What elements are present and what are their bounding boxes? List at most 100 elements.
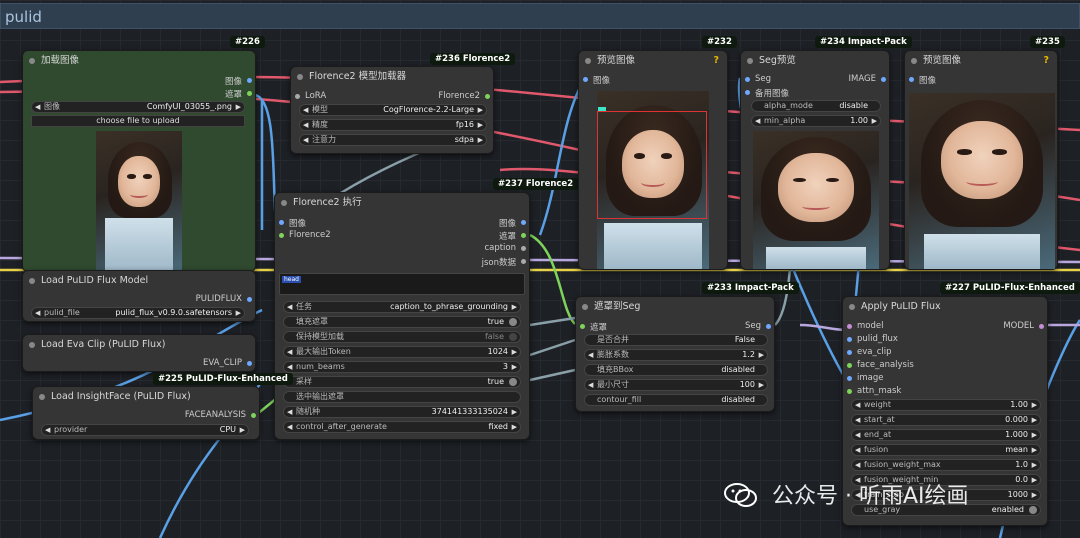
collapse-dot-icon[interactable] — [39, 394, 45, 400]
arrow-right-icon[interactable]: ▶ — [478, 135, 483, 145]
num-beams-widget[interactable]: ◀ num_beams 3 ▶ — [283, 361, 521, 373]
input-image[interactable]: 图像 — [583, 74, 610, 86]
arrow-right-icon[interactable]: ▶ — [512, 407, 517, 417]
output-eva-clip[interactable]: EVA_CLIP — [203, 358, 253, 368]
collapse-dot-icon[interactable] — [29, 58, 35, 64]
arrow-right-icon[interactable]: ▶ — [1032, 475, 1037, 485]
max-token-widget[interactable]: ◀ 最大输出Token 1024 ▶ — [283, 346, 521, 358]
seed-widget[interactable]: ◀ 随机种 374141333135024 ▶ — [283, 406, 521, 418]
task-widget[interactable]: ◀ 任务 caption_to_phrase_grounding ▶ — [283, 301, 521, 313]
image-select-widget[interactable]: ◀ 图像 ComfyUI_03055_.png ▶ — [31, 101, 245, 113]
output-json[interactable]: json数据 — [482, 256, 527, 268]
input-attn-mask[interactable]: attn_mask — [847, 386, 901, 396]
arrow-right-icon[interactable]: ▶ — [236, 308, 241, 318]
node-load-eva-clip[interactable]: Load Eva Clip (PuLID Flux) EVA_CLIP — [22, 334, 256, 372]
node-preview-232-title[interactable]: 预览图像? — [579, 51, 727, 71]
fill-mask-toggle[interactable]: 填充遮罩 true — [283, 316, 521, 328]
node-preview-232[interactable]: 预览图像? 图像 — [578, 50, 728, 270]
arrow-left-icon[interactable]: ◀ — [287, 347, 292, 357]
node-load-pulid-model-title[interactable]: Load PuLID Flux Model — [23, 271, 255, 291]
input-eva-clip[interactable]: eva_clip — [847, 347, 892, 357]
alpha-mode-widget[interactable]: alpha_mode disable — [751, 100, 881, 112]
output-image[interactable]: IMAGE — [849, 74, 887, 84]
provider-widget[interactable]: ◀ provider CPU ▶ — [41, 424, 249, 436]
input-fallback-image[interactable]: 备用图像 — [745, 87, 789, 99]
input-lora[interactable]: LoRA — [295, 91, 326, 101]
input-image[interactable]: 图像 — [909, 74, 936, 86]
arrow-right-icon[interactable]: ▶ — [512, 362, 517, 372]
input-florence2[interactable]: Florence2 — [279, 230, 331, 240]
input-image[interactable]: 图像 — [279, 217, 306, 229]
help-icon[interactable]: ? — [713, 51, 719, 71]
weight-widget[interactable]: ◀ weight 1.00 ▶ — [851, 399, 1041, 411]
arrow-right-icon[interactable]: ▶ — [478, 105, 483, 115]
arrow-left-icon[interactable]: ◀ — [855, 400, 860, 410]
input-seg[interactable]: Seg — [745, 74, 771, 84]
arrow-left-icon[interactable]: ◀ — [303, 135, 308, 145]
output-faceanalysis[interactable]: FACEANALYSIS — [185, 410, 257, 420]
arrow-left-icon[interactable]: ◀ — [855, 415, 860, 425]
sample-toggle[interactable]: 采样 true — [283, 376, 521, 388]
arrow-left-icon[interactable]: ◀ — [287, 362, 292, 372]
arrow-right-icon[interactable]: ▶ — [478, 120, 483, 130]
node-preview-235-title[interactable]: 预览图像? — [905, 51, 1057, 71]
output-image[interactable]: 图像 — [499, 217, 527, 229]
arrow-right-icon[interactable]: ▶ — [236, 102, 241, 112]
model-widget[interactable]: ◀ 模型 CogFlorence-2.2-Large ▶ — [299, 104, 487, 116]
precision-widget[interactable]: ◀ 精度 fp16 ▶ — [299, 119, 487, 131]
arrow-left-icon[interactable]: ◀ — [588, 350, 593, 360]
collapse-dot-icon[interactable] — [747, 58, 753, 64]
arrow-right-icon[interactable]: ▶ — [872, 116, 877, 126]
dilation-widget[interactable]: ◀ 膨胀系数 1.2 ▶ — [584, 349, 768, 361]
arrow-left-icon[interactable]: ◀ — [855, 430, 860, 440]
collapse-dot-icon[interactable] — [281, 200, 287, 206]
node-apply-pulid-flux-title[interactable]: Apply PuLID Flux — [843, 297, 1047, 317]
node-florence2-loader-title[interactable]: Florence2 模型加载器 — [291, 67, 493, 87]
arrow-left-icon[interactable]: ◀ — [303, 120, 308, 130]
node-florence2-run-title[interactable]: Florence2 执行 — [275, 193, 529, 213]
arrow-right-icon[interactable]: ▶ — [1032, 430, 1037, 440]
fusion-widget[interactable]: ◀ fusion mean ▶ — [851, 444, 1041, 456]
pulid-file-widget[interactable]: ◀ pulid_file pulid_flux_v0.9.0.safetensors… — [31, 307, 245, 319]
prompt-textarea[interactable]: head — [279, 273, 525, 295]
arrow-left-icon[interactable]: ◀ — [855, 445, 860, 455]
node-mask-to-seg[interactable]: 遮罩到Seg 遮罩 Seg 是否合并 False ◀ 膨胀系数 1.2 ▶ 填充BBox… — [575, 296, 775, 412]
arrow-right-icon[interactable]: ▶ — [512, 302, 517, 312]
fusion-weight-max-widget[interactable]: ◀ fusion_weight_max 1.0 ▶ — [851, 459, 1041, 471]
node-load-eva-clip-title[interactable]: Load Eva Clip (PuLID Flux) — [23, 335, 255, 355]
node-seg-preview[interactable]: Seg预览 Seg 备用图像 IMAGE alpha_mode disable ◀… — [740, 50, 890, 270]
collapse-dot-icon[interactable] — [297, 74, 303, 80]
arrow-right-icon[interactable]: ▶ — [512, 347, 517, 357]
output-mask[interactable]: 遮罩 — [499, 230, 527, 242]
collapse-dot-icon[interactable] — [582, 304, 588, 310]
arrow-left-icon[interactable]: ◀ — [35, 102, 40, 112]
arrow-left-icon[interactable]: ◀ — [303, 105, 308, 115]
node-florence2-run[interactable]: Florence2 执行 图像 Florence2 图像 遮罩 caption … — [274, 192, 530, 440]
arrow-right-icon[interactable]: ▶ — [512, 422, 517, 432]
collapse-dot-icon[interactable] — [585, 58, 591, 64]
node-seg-preview-title[interactable]: Seg预览 — [741, 51, 889, 71]
end-at-widget[interactable]: ◀ end_at 1.000 ▶ — [851, 429, 1041, 441]
node-load-pulid-model[interactable]: Load PuLID Flux Model PULIDFLUX ◀ pulid_f… — [22, 270, 256, 322]
node-load-insightface[interactable]: Load InsightFace (PuLID Flux) FACEANALYS… — [32, 386, 260, 440]
arrow-right-icon[interactable]: ▶ — [759, 350, 764, 360]
arrow-left-icon[interactable]: ◀ — [287, 422, 292, 432]
fill-bbox-widget[interactable]: 填充BBox disabled — [584, 364, 768, 376]
arrow-right-icon[interactable]: ▶ — [1032, 490, 1037, 500]
min-size-widget[interactable]: ◀ 最小尺寸 100 ▶ — [584, 379, 768, 391]
arrow-left-icon[interactable]: ◀ — [35, 308, 40, 318]
collapse-dot-icon[interactable] — [849, 304, 855, 310]
control-after-generate-widget[interactable]: ◀ control_after_generate fixed ▶ — [283, 421, 521, 433]
input-mask[interactable]: 遮罩 — [580, 321, 607, 333]
output-seg[interactable]: Seg — [745, 321, 772, 331]
arrow-left-icon[interactable]: ◀ — [855, 460, 860, 470]
input-face-analysis[interactable]: face_analysis — [847, 360, 914, 370]
arrow-right-icon[interactable]: ▶ — [240, 425, 245, 435]
node-mask-to-seg-title[interactable]: 遮罩到Seg — [576, 297, 774, 317]
arrow-left-icon[interactable]: ◀ — [287, 302, 292, 312]
output-model[interactable]: MODEL — [1003, 321, 1044, 331]
start-at-widget[interactable]: ◀ start_at 0.000 ▶ — [851, 414, 1041, 426]
arrow-right-icon[interactable]: ▶ — [759, 380, 764, 390]
upload-button[interactable]: choose file to upload — [31, 115, 245, 127]
help-icon[interactable]: ? — [1043, 51, 1049, 71]
